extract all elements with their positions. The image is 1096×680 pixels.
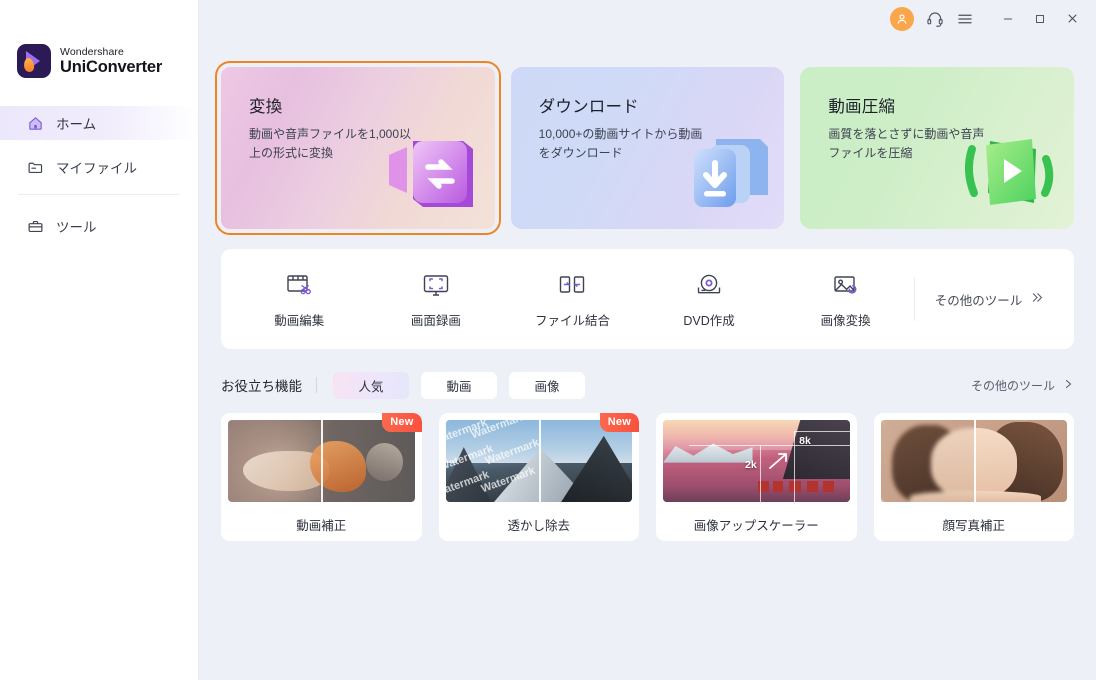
tab-popular[interactable]: 人気: [333, 371, 409, 399]
compress-3d-icon: [954, 115, 1064, 227]
tool-label: DVD作成: [683, 313, 735, 328]
close-icon[interactable]: [1056, 5, 1088, 33]
hero-card-title: 変換: [249, 98, 283, 116]
more-tools-label: その他のツール: [934, 293, 1023, 308]
watermark-overlay: Watermark Watermark Watermark Watermark …: [446, 420, 539, 502]
folder-icon: [26, 158, 44, 176]
features-section-title: お役立ち機能: [221, 379, 302, 394]
tool-label: 画像変換: [820, 313, 871, 328]
upscale-from-label: 2k: [745, 459, 757, 472]
download-3d-icon: [664, 115, 774, 227]
hero-card-title: 動画圧縮: [828, 98, 896, 116]
hero-card-convert[interactable]: 変換 動画や音声ファイルを1,000以上の形式に変換: [215, 61, 501, 235]
tool-video-edit[interactable]: 動画編集: [231, 270, 368, 329]
dvd-disc-icon: [694, 270, 724, 300]
feature-cards: New 動画補正 New Watermark Watermark Waterma…: [221, 413, 1074, 541]
image-convert-icon: [831, 270, 861, 300]
chevron-right-icon: [1062, 378, 1074, 393]
tool-image-convert[interactable]: 画像変換: [777, 270, 914, 329]
merge-files-icon: [557, 270, 587, 300]
feature-card-watermark-remove[interactable]: New Watermark Watermark Watermark Waterm…: [438, 413, 639, 541]
tool-label: ファイル結合: [534, 313, 610, 328]
tab-video[interactable]: 動画: [421, 371, 497, 399]
tool-label: 画面録画: [410, 313, 461, 328]
feature-card-image-upscaler[interactable]: 2k 8k 画像アップスケーラー: [656, 413, 857, 541]
sidebar-nav: ホーム マイファイル ツール: [0, 106, 198, 243]
account-avatar-icon[interactable]: [890, 6, 914, 31]
tool-dvd-create[interactable]: DVD作成: [641, 270, 778, 329]
toolbox-icon: [26, 217, 44, 235]
status-badge: New: [599, 413, 639, 432]
uniconverter-window: Wondershare UniConverter ホーム マイファイル ツール …: [0, 0, 1096, 680]
window-controls: [992, 5, 1088, 33]
minimize-icon[interactable]: [992, 5, 1024, 33]
watermark-remove-thumb: Watermark Watermark Watermark Watermark …: [445, 420, 632, 502]
tool-label: 動画編集: [274, 313, 325, 328]
tool-screen-record[interactable]: 画面録画: [368, 270, 505, 329]
sidebar-divider: [18, 194, 180, 195]
upscale-to-label: 8k: [799, 434, 811, 447]
image-upscaler-thumb: 2k 8k: [663, 420, 850, 502]
brand-name: Wondershare: [60, 45, 124, 58]
features-header: お役立ち機能 人気 動画 画像 その他のツール: [221, 371, 1074, 399]
hero-card-download[interactable]: ダウンロード 10,000+の動画サイトから動画をダウンロード: [510, 67, 785, 229]
main-content: 変換 動画や音声ファイルを1,000以上の形式に変換 ダウンロード 10,000…: [199, 0, 1096, 680]
more-tools-button[interactable]: その他のツール: [913, 277, 1064, 321]
feature-card-label: 画像アップスケーラー: [693, 519, 819, 533]
tools-strip: 動画編集 画面録画 ファイル結合 DVD作成 画像変換 その他のツール: [221, 249, 1074, 349]
tool-file-merge[interactable]: ファイル結合: [504, 270, 641, 329]
monitor-record-icon: [421, 270, 451, 300]
upscale-guides: 2k 8k: [663, 420, 850, 502]
feature-card-label: 顔写真補正: [942, 519, 1005, 533]
watermark-text: Watermark: [483, 436, 539, 468]
film-scissors-icon: [284, 270, 314, 300]
headset-support-icon[interactable]: [920, 5, 950, 33]
watermark-text: Watermark: [479, 464, 537, 496]
sidebar-item-label: マイファイル: [56, 161, 137, 176]
sidebar-item-tools[interactable]: ツール: [0, 209, 198, 243]
face-enhance-thumb: [880, 420, 1067, 502]
feature-card-video-enhance[interactable]: New 動画補正: [221, 413, 422, 541]
features-more-label: その他のツール: [970, 378, 1055, 393]
video-enhance-thumb: [228, 420, 415, 502]
double-chevron-right-icon: [1029, 290, 1044, 308]
product-name: UniConverter: [60, 58, 163, 76]
feature-card-face-enhance[interactable]: 顔写真補正: [873, 413, 1074, 541]
uniconverter-logo-icon: [17, 44, 51, 78]
sidebar-item-myfiles[interactable]: マイファイル: [0, 150, 198, 184]
sidebar-item-home[interactable]: ホーム: [0, 106, 198, 140]
hero-card-compress[interactable]: 動画圧縮 画質を落とさずに動画や音声ファイルを圧縮: [800, 67, 1075, 229]
home-icon: [26, 114, 44, 132]
convert-3d-icon: [375, 115, 485, 227]
feature-card-label: 透かし除去: [507, 519, 570, 533]
feature-card-label: 動画補正: [296, 519, 347, 533]
title-bar: [0, 0, 1096, 37]
sidebar: Wondershare UniConverter ホーム マイファイル ツール: [0, 0, 199, 680]
sidebar-item-label: ホーム: [56, 117, 97, 132]
hamburger-menu-icon[interactable]: [950, 5, 980, 33]
primary-action-cards: 変換 動画や音声ファイルを1,000以上の形式に変換 ダウンロード 10,000…: [215, 61, 1075, 235]
sidebar-item-label: ツール: [56, 220, 97, 235]
tab-image[interactable]: 画像: [509, 371, 585, 399]
header-divider: [316, 377, 317, 393]
maximize-icon[interactable]: [1024, 5, 1056, 33]
status-badge: New: [382, 413, 422, 432]
hero-card-title: ダウンロード: [538, 98, 639, 116]
features-more-link[interactable]: その他のツール: [971, 377, 1074, 394]
